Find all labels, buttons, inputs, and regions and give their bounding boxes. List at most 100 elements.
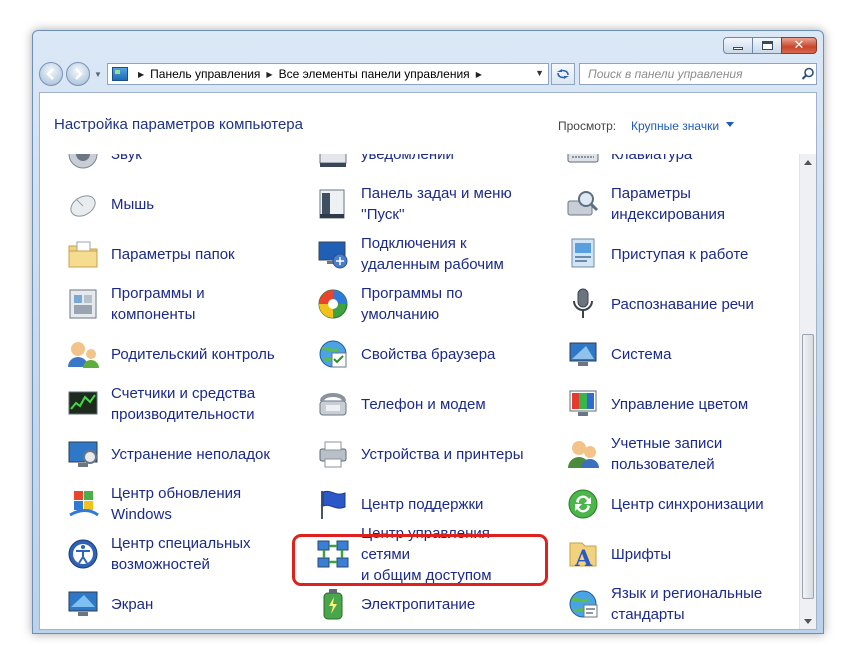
search-input[interactable]: Поиск в панели управления (579, 63, 817, 85)
item-label: Центр обновления Windows (111, 485, 242, 523)
breadcrumb-separator-icon[interactable]: ▶ (138, 70, 144, 79)
control-panel-item-ease-of-access[interactable]: Центр специальных возможностей (52, 532, 292, 576)
breadcrumb-all-items[interactable]: Все элементы панели управления (279, 67, 470, 81)
power-options-icon (323, 589, 343, 620)
breadcrumb-separator-icon[interactable]: ▶ (266, 70, 272, 79)
item-label: Родительский контроль (111, 345, 275, 363)
forward-button[interactable] (66, 62, 90, 86)
control-panel-item-internet-options[interactable]: Свойства браузера (302, 332, 542, 376)
forward-arrow-icon (75, 68, 83, 80)
control-panel-item-fonts[interactable]: A Шрифты (552, 532, 792, 576)
control-panel-item-performance[interactable]: Счетчики и средства производительности (52, 382, 292, 426)
item-label: Параметры папок (111, 245, 235, 263)
mouse-icon (70, 195, 96, 217)
control-panel-item-color-management[interactable]: Управление цветом (552, 382, 792, 426)
control-panel-item-sync-center[interactable]: Центр синхронизации (552, 482, 792, 526)
control-panel-item-troubleshooting[interactable]: Устранение неполадок (52, 432, 292, 476)
recent-pages-dropdown[interactable]: ▼ (94, 70, 102, 79)
performance-icon (68, 391, 98, 415)
control-panel-item-remoteapp[interactable]: Подключения к удаленным рабочим (302, 232, 542, 276)
item-label: Учетные записи пользователей (611, 435, 723, 473)
search-icon[interactable] (801, 67, 815, 81)
item-label: Подключения к удаленным рабочим (361, 235, 504, 273)
control-panel-item-region-language[interactable]: Язык и региональные стандарты (552, 582, 792, 626)
control-panel-item-devices-printers[interactable]: Устройства и принтеры (302, 432, 542, 476)
item-label: Клавиатура (611, 154, 693, 163)
item-label: Устройства и принтеры (361, 445, 524, 463)
minimize-button[interactable] (723, 37, 753, 54)
control-panel-item-keyboard[interactable]: Клавиатура (552, 154, 792, 176)
control-panel-item-folder-options[interactable]: Параметры папок (52, 232, 292, 276)
item-label: Приступая к работе (611, 245, 749, 263)
getting-started-icon (571, 238, 595, 268)
control-panel-item-action-center[interactable]: Центр поддержки (302, 482, 542, 526)
scroll-up-arrow[interactable] (800, 154, 816, 170)
scrollbar-thumb[interactable] (802, 334, 814, 599)
scroll-down-icon (804, 618, 812, 624)
troubleshooting-icon (68, 441, 98, 467)
control-panel-item-user-accounts[interactable]: Учетные записи пользователей (552, 432, 792, 476)
caption-buttons: ✕ (723, 37, 817, 54)
back-button[interactable] (39, 62, 63, 86)
item-label: Управление цветом (611, 395, 749, 413)
item-label: Свойства браузера (361, 345, 496, 363)
fonts-icon: A (569, 542, 597, 571)
address-dropdown-icon[interactable]: ▼ (535, 68, 544, 78)
maximize-button[interactable] (752, 37, 782, 54)
phone-modem-icon (319, 393, 347, 416)
vertical-scrollbar[interactable] (799, 154, 816, 629)
view-mode-selector[interactable]: Крупные значки (631, 119, 719, 133)
control-panel-item-system[interactable]: Система (552, 332, 792, 376)
control-panel-item-power[interactable]: Электропитание (302, 582, 542, 626)
user-accounts-icon (568, 441, 599, 468)
control-panel-item-display[interactable]: Экран (52, 582, 292, 626)
svg-text:A: A (574, 546, 593, 571)
item-label: Устранение неполадок (111, 445, 270, 463)
control-panel-item-phone-modem[interactable]: Телефон и модем (302, 382, 542, 426)
maximize-icon (761, 41, 773, 50)
item-label: Звук (111, 154, 142, 163)
close-button[interactable]: ✕ (781, 37, 817, 54)
item-label: Шрифты (611, 545, 672, 563)
keyboard-icon (567, 154, 599, 163)
refresh-button[interactable] (551, 63, 575, 85)
control-panel-item-parental[interactable]: Родительский контроль (52, 332, 292, 376)
item-label: Параметры индексирования (611, 185, 725, 223)
system-icon (569, 342, 597, 366)
control-panel-item-getting-started[interactable]: Приступая к работе (552, 232, 792, 276)
color-management-icon (569, 390, 597, 416)
control-panel-item-indexing[interactable]: Параметры индексирования (552, 182, 792, 226)
item-label: Центр синхронизации (611, 495, 764, 513)
item-label: Панель задач и меню ''Пуск'' (361, 185, 512, 223)
item-label: Электропитание (361, 595, 476, 613)
control-panel-item-taskbar[interactable]: Панель задач и меню ''Пуск'' (302, 182, 542, 226)
control-panel-item-windows-update[interactable]: Центр обновления Windows (52, 482, 292, 526)
address-bar[interactable]: ▶ Панель управления ▶ Все элементы панел… (107, 63, 549, 85)
control-panel-item-default-programs[interactable]: Программы по умолчанию (302, 282, 542, 326)
scroll-down-arrow[interactable] (800, 613, 816, 629)
scroll-up-icon (804, 159, 812, 165)
folder-icon (68, 241, 98, 268)
item-label: Мышь (111, 195, 155, 213)
default-programs-icon (318, 289, 348, 319)
breadcrumb-control-panel[interactable]: Панель управления (150, 67, 260, 81)
region-language-icon (569, 590, 598, 618)
control-panel-item-notifications[interactable]: уведомлений (302, 154, 542, 176)
internet-options-icon (319, 340, 347, 368)
control-panel-item-speech[interactable]: Распознавание речи (552, 282, 792, 326)
control-panel-item-mouse[interactable]: Мышь (52, 182, 292, 226)
item-label: Центр специальных возможностей (111, 535, 251, 573)
sync-center-icon (568, 489, 598, 519)
item-label: Центр поддержки (361, 495, 484, 513)
item-label: Экран (111, 595, 154, 613)
control-panel-item-programs[interactable]: Программы и компоненты (52, 282, 292, 326)
breadcrumb-separator-icon[interactable]: ▶ (476, 70, 482, 79)
control-panel-item-sound[interactable]: Звук (52, 154, 292, 176)
view-mode-dropdown-icon[interactable] (726, 122, 734, 127)
remote-desktop-icon (318, 241, 348, 269)
item-label: Программы и компоненты (111, 285, 205, 323)
notification-area-icon (319, 154, 347, 167)
item-label: Счетчики и средства производительности (111, 385, 256, 423)
refresh-icon (557, 69, 569, 79)
close-icon: ✕ (793, 38, 805, 53)
